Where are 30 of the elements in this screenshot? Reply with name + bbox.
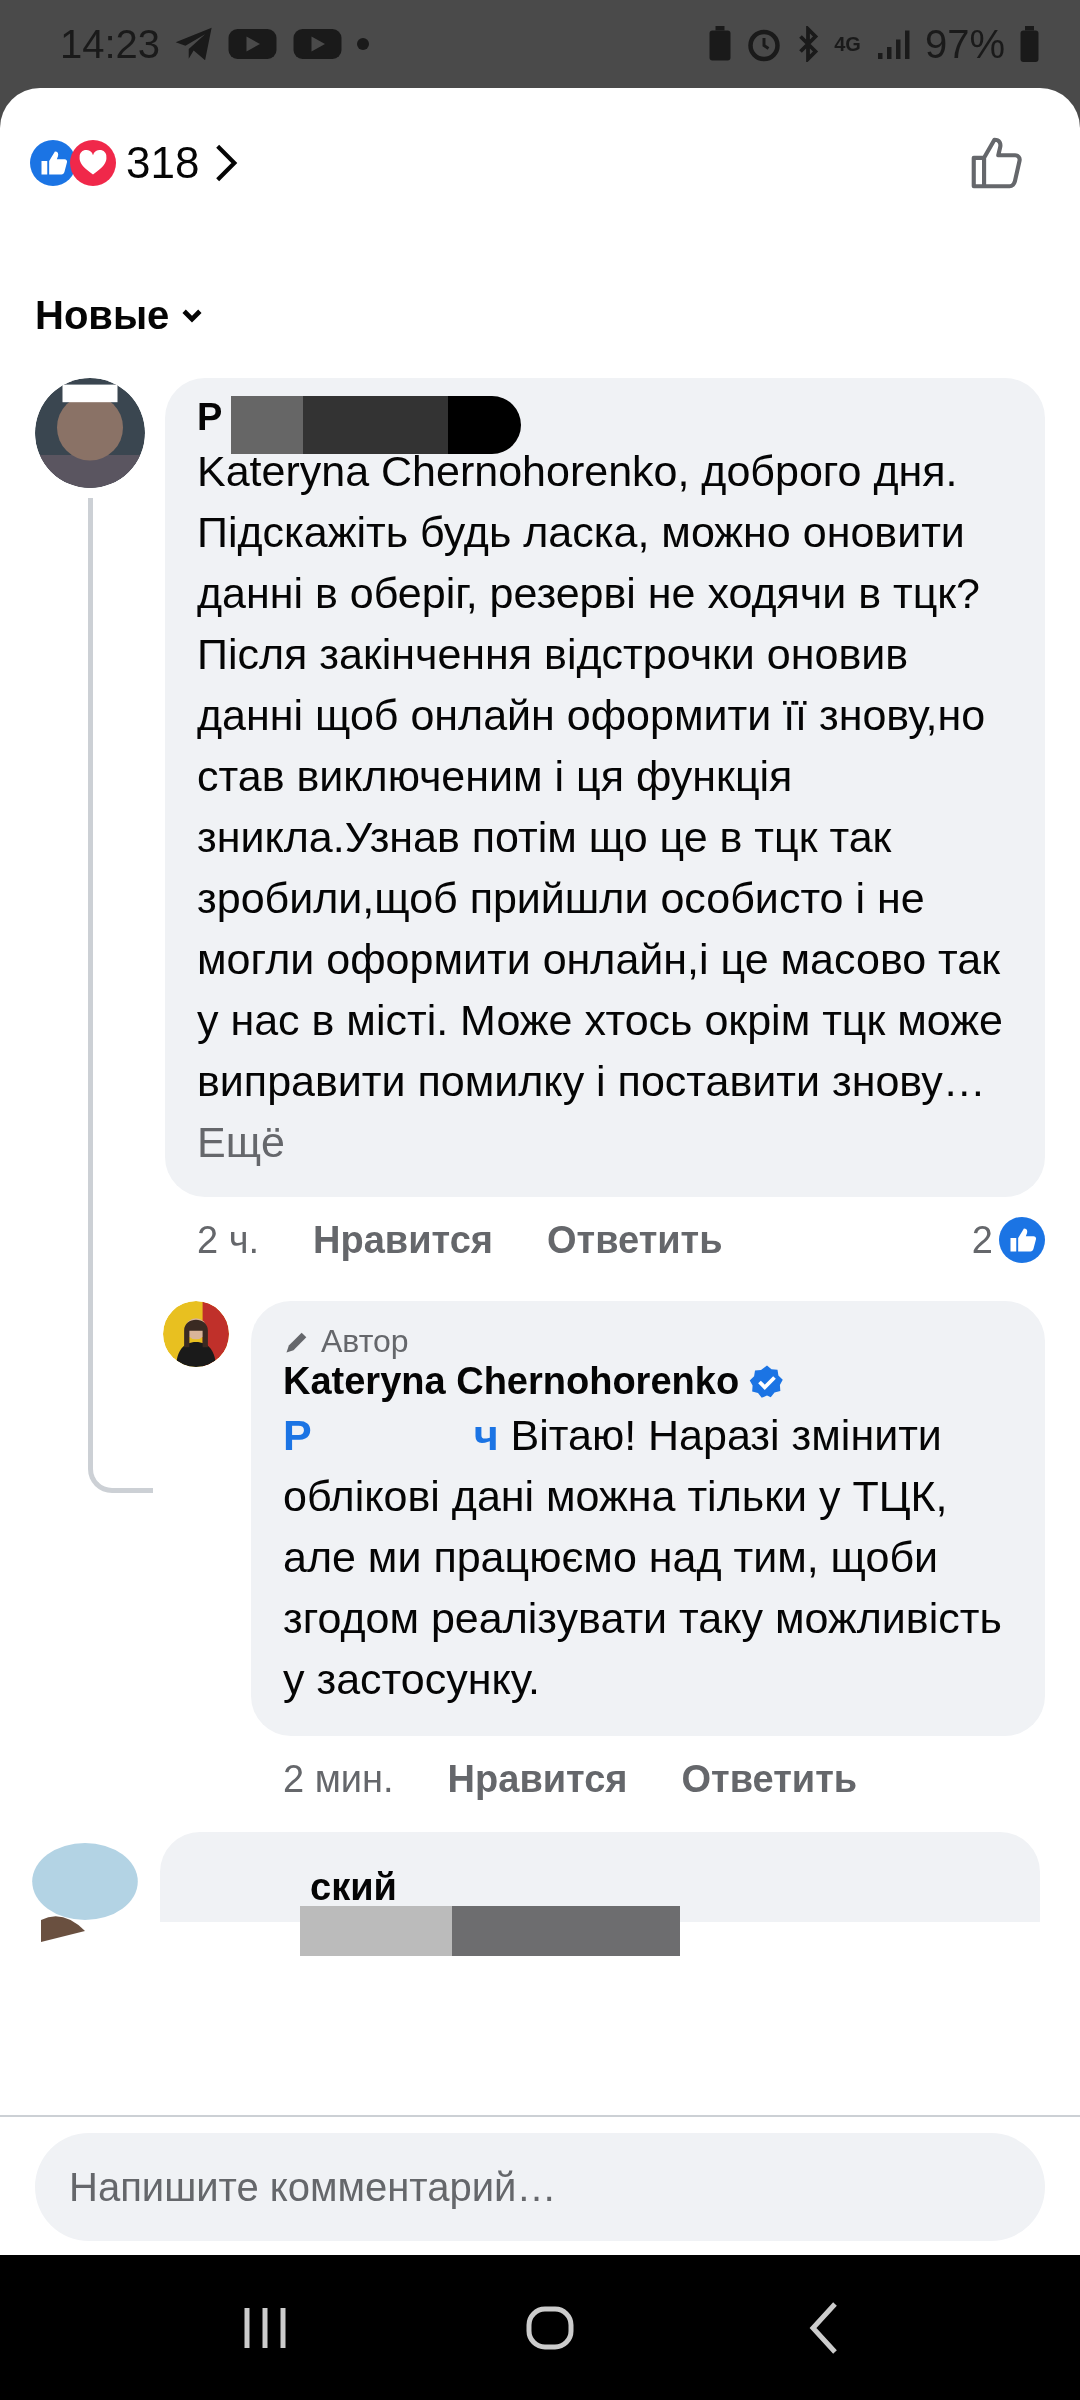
like-count: 2 (971, 1218, 993, 1262)
caret-icon (181, 307, 204, 324)
mention-link[interactable]: Р ч (283, 1411, 499, 1459)
see-more-link[interactable]: Ещё (197, 1118, 285, 1166)
commenter-name[interactable]: P (197, 396, 223, 439)
like-link[interactable]: Нравится (313, 1218, 493, 1262)
like-reaction-icon (30, 140, 76, 186)
bluetooth-icon (796, 26, 821, 62)
author-label: Автор (321, 1323, 409, 1360)
reply-link[interactable]: Ответить (547, 1218, 723, 1262)
sort-dropdown[interactable]: Новые (35, 293, 204, 338)
comment-text: Kateryna Chernohorenko, доброго дня. Підскажіть будь ласка, можно оновити данні в оберіг, резерві не ходячи в тцк? Після закінчення відстрочки оновив данні щоб онлайн оформити її знову,но став виключеним і ця функція зникла.Узнав потім що це в тцк так зробили,щоб прийшли особисто і не могли оформити онлайн,і це масово так у нас в місті. Може хтось окрім тцк може виправити помилку і поставити знову… Ещё (197, 446, 1004, 1168)
like-reaction-icon (999, 1217, 1045, 1263)
reaction-count[interactable]: 318 (126, 138, 200, 188)
telegram-icon (174, 26, 214, 62)
comment-input[interactable]: Напишите комментарий… (35, 2133, 1045, 2241)
love-reaction-icon (70, 140, 116, 186)
video-icon (292, 26, 344, 62)
commenter-name[interactable]: Kateryna Chernohorenko (283, 1360, 740, 1403)
comment-time: 2 ч. (197, 1218, 260, 1262)
chevron-right-icon[interactable] (213, 143, 240, 183)
battery-saver-icon (708, 26, 733, 62)
reply-text: Р ч Вітаю! Наразі змінити облікові дані можна тільки у ТЦК, але ми працюємо над тим, щоби згодом реалізувати таку можливість у застосунку. (283, 1410, 1003, 1705)
like-link[interactable]: Нравится (447, 1757, 628, 1801)
commenter-name[interactable]: ский (310, 1866, 397, 1909)
battery-icon (1019, 26, 1040, 62)
reply-link[interactable]: Ответить (681, 1757, 858, 1801)
comment-time: 2 мин. (283, 1757, 394, 1801)
video-icon (227, 26, 279, 62)
dot-icon (357, 38, 370, 50)
